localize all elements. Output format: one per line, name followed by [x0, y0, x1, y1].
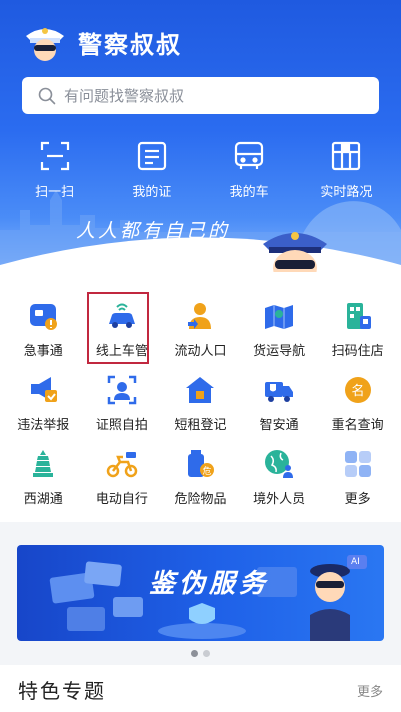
service-e-bike[interactable]: 电动自行	[85, 448, 159, 522]
more-grid-icon	[344, 451, 371, 477]
traffic-map-icon	[332, 141, 361, 171]
hotel-scan-icon	[346, 303, 371, 329]
car-front-icon	[235, 141, 264, 169]
service-label: 证照自拍	[95, 418, 148, 433]
carousel-indicator	[0, 650, 401, 657]
service-short-rental[interactable]: 短租登记	[163, 374, 237, 448]
quick-traffic[interactable]: 实时路况	[306, 140, 386, 200]
services-row: 急事通 线上车管 流动人口 货运导航 扫码住店	[0, 292, 401, 374]
quick-my-id[interactable]: 我的证	[112, 140, 192, 200]
smart-truck-icon	[265, 382, 294, 402]
svg-text:危: 危	[203, 465, 212, 477]
police-officer-logo-icon	[26, 28, 64, 61]
service-online-vehicle[interactable]: 线上车管	[85, 292, 159, 374]
slogan-line-1: 人人都有自己的	[76, 220, 231, 242]
service-label: 短租登记	[174, 418, 227, 433]
service-label: 扫码住店	[331, 344, 384, 359]
quick-my-car-label: 我的车	[229, 185, 269, 200]
rental-house-icon	[186, 377, 215, 403]
hazard-icon: 危	[188, 450, 215, 477]
service-west-lake[interactable]: 西湖通	[6, 448, 80, 522]
online-car-icon	[108, 303, 135, 328]
service-freight-navigation[interactable]: 货运导航	[242, 300, 316, 374]
service-hotel-checkin[interactable]: 扫码住店	[321, 300, 395, 374]
service-id-photo[interactable]: 证照自拍	[85, 374, 159, 448]
service-hazardous-goods[interactable]: 危 危险物品	[163, 448, 237, 522]
quick-scan[interactable]: 扫一扫	[15, 140, 95, 200]
services-grid: 急事通 线上车管 流动人口 货运导航 扫码住店 违法举报 证照自拍 短租登记 智…	[0, 292, 401, 522]
service-label: 线上车管	[95, 344, 148, 359]
ebike-icon	[106, 452, 138, 478]
service-zhi-an-tong[interactable]: 智安通	[242, 374, 316, 448]
services-row: 违法举报 证照自拍 短租登记 智安通 名 重名查询	[0, 374, 401, 448]
service-label: 电动自行	[95, 492, 148, 507]
slogan: 人人都有自己的 警察叔叔	[76, 216, 230, 276]
report-icon	[31, 377, 58, 402]
service-label: 智安通	[259, 418, 299, 433]
pagoda-icon	[33, 450, 54, 477]
quick-my-car[interactable]: 我的车	[209, 140, 289, 200]
carousel-dot[interactable]	[191, 650, 198, 657]
banner-ai-badge: AI	[351, 557, 360, 567]
service-label: 西湖通	[23, 492, 63, 507]
freight-map-icon	[265, 305, 294, 329]
search-icon	[38, 87, 56, 104]
quick-my-id-label: 我的证	[132, 185, 172, 200]
service-more[interactable]: 更多	[321, 448, 395, 522]
migrant-person-icon	[188, 303, 212, 329]
photo-id-icon	[107, 375, 137, 405]
search-placeholder: 有问题找警察叔叔	[64, 87, 185, 105]
carousel-dot[interactable]	[203, 650, 210, 657]
quick-scan-label: 扫一扫	[35, 185, 75, 200]
name-search-icon: 名	[344, 377, 371, 403]
service-label: 重名查询	[331, 418, 384, 433]
service-violation-report[interactable]: 违法举报	[6, 374, 80, 448]
service-label: 更多	[344, 492, 371, 507]
featured-title: 特色专题	[18, 679, 106, 703]
promo-banner[interactable]: 鉴伪服务 AI	[17, 545, 384, 641]
service-label: 流动人口	[174, 344, 227, 359]
search-input[interactable]: 有问题找警察叔叔	[22, 77, 379, 114]
service-foreign-personnel[interactable]: 境外人员	[242, 448, 316, 522]
scan-icon	[40, 141, 69, 171]
service-label: 境外人员	[253, 492, 306, 507]
service-label: 危险物品	[174, 492, 227, 507]
service-urgent[interactable]: 急事通	[6, 300, 80, 374]
banner-title: 鉴伪服务	[149, 569, 270, 599]
globe-person-icon	[265, 450, 294, 478]
featured-more-link[interactable]: 更多	[357, 681, 383, 700]
service-migrant-population[interactable]: 流动人口	[163, 300, 237, 374]
service-label: 急事通	[23, 344, 63, 359]
services-row: 西湖通 电动自行 危 危险物品 境外人员 更多	[0, 448, 401, 522]
service-label: 货运导航	[253, 344, 306, 359]
service-duplicate-name[interactable]: 名 重名查询	[321, 374, 395, 448]
app-title: 警察叔叔	[78, 30, 182, 59]
service-label: 违法举报	[17, 418, 70, 433]
app-header: 警察叔叔	[22, 20, 182, 64]
quick-actions: 扫一扫 我的证 我的车 实时路况	[0, 140, 401, 200]
svg-text:名: 名	[351, 383, 364, 399]
quick-traffic-label: 实时路况	[320, 185, 373, 200]
id-card-icon	[137, 141, 166, 171]
featured-section-header: 特色专题 更多	[0, 665, 401, 712]
urgent-icon	[30, 304, 58, 330]
